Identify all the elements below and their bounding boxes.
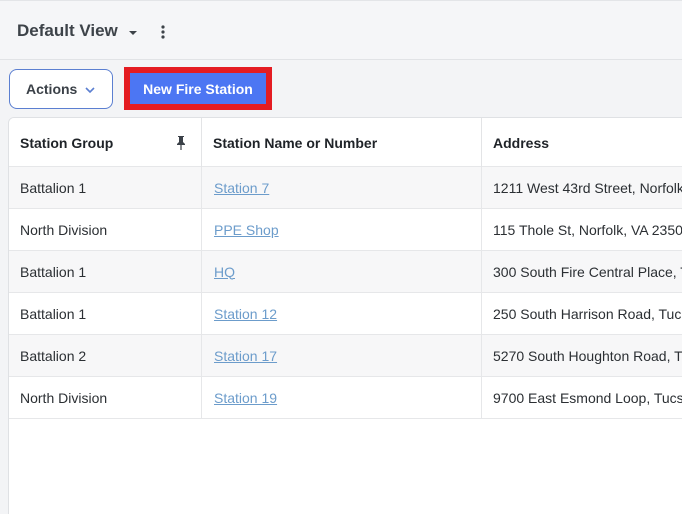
cell-station-group: North Division [9, 209, 202, 250]
column-header-address[interactable]: Address [482, 118, 682, 167]
table-row: Battalion 1 Station 12 250 South Harriso… [9, 293, 682, 335]
cell-address: 300 South Fire Central Place, T [493, 263, 682, 280]
table-row: Battalion 1 HQ 300 South Fire Central Pl… [9, 251, 682, 293]
new-fire-station-button[interactable]: New Fire Station [129, 72, 267, 105]
cell-station-name: Station 7 [202, 167, 482, 208]
view-title[interactable]: Default View [17, 21, 118, 41]
cell-station-group: Battalion 1 [9, 293, 202, 334]
pin-icon[interactable] [175, 135, 187, 151]
table-header: Station Group Station Name or Number Add… [9, 118, 682, 167]
table-row: North Division Station 19 9700 East Esmo… [9, 377, 682, 419]
station-link[interactable]: Station 19 [214, 390, 277, 406]
station-link[interactable]: HQ [214, 264, 235, 280]
cell-station-group: North Division [9, 377, 202, 418]
cell-station-group: Battalion 1 [9, 167, 202, 208]
cell-station-name: Station 19 [202, 377, 482, 418]
table-row: Battalion 2 Station 17 5270 South Hought… [9, 335, 682, 377]
cell-station-group: Battalion 2 [9, 335, 202, 376]
station-link[interactable]: Station 17 [214, 348, 277, 364]
page: Default View Actions New Fire Station St… [0, 0, 682, 514]
station-link[interactable]: PPE Shop [214, 222, 279, 238]
stations-table: Station Group Station Name or Number Add… [8, 117, 682, 514]
station-link[interactable]: Station 7 [214, 180, 269, 196]
table-row: North Division PPE Shop 115 Thole St, No… [9, 209, 682, 251]
cell-address: 9700 East Esmond Loop, Tucs [493, 389, 682, 406]
chevron-down-icon [84, 83, 96, 99]
cell-address: 5270 South Houghton Road, T [493, 347, 682, 364]
actions-button-label: Actions [26, 81, 78, 97]
cell-address: 1211 West 43rd Street, Norfolk [493, 179, 682, 196]
table-row: Battalion 1 Station 7 1211 West 43rd Str… [9, 167, 682, 209]
kebab-menu-icon[interactable] [155, 22, 171, 42]
cell-station-name: PPE Shop [202, 209, 482, 250]
cell-station-name: Station 17 [202, 335, 482, 376]
actions-button[interactable]: Actions [9, 69, 113, 109]
caret-down-icon[interactable] [126, 26, 140, 40]
cell-address: 250 South Harrison Road, Tuc [493, 305, 682, 322]
cell-station-name: Station 12 [202, 293, 482, 334]
cell-station-group: Battalion 1 [9, 251, 202, 292]
column-header-station-name[interactable]: Station Name or Number [202, 118, 482, 167]
cell-address: 115 Thole St, Norfolk, VA 2350 [493, 221, 682, 238]
station-link[interactable]: Station 12 [214, 306, 277, 322]
cell-station-name: HQ [202, 251, 482, 292]
view-header: Default View [0, 0, 682, 60]
column-header-station-group[interactable]: Station Group [9, 118, 202, 167]
